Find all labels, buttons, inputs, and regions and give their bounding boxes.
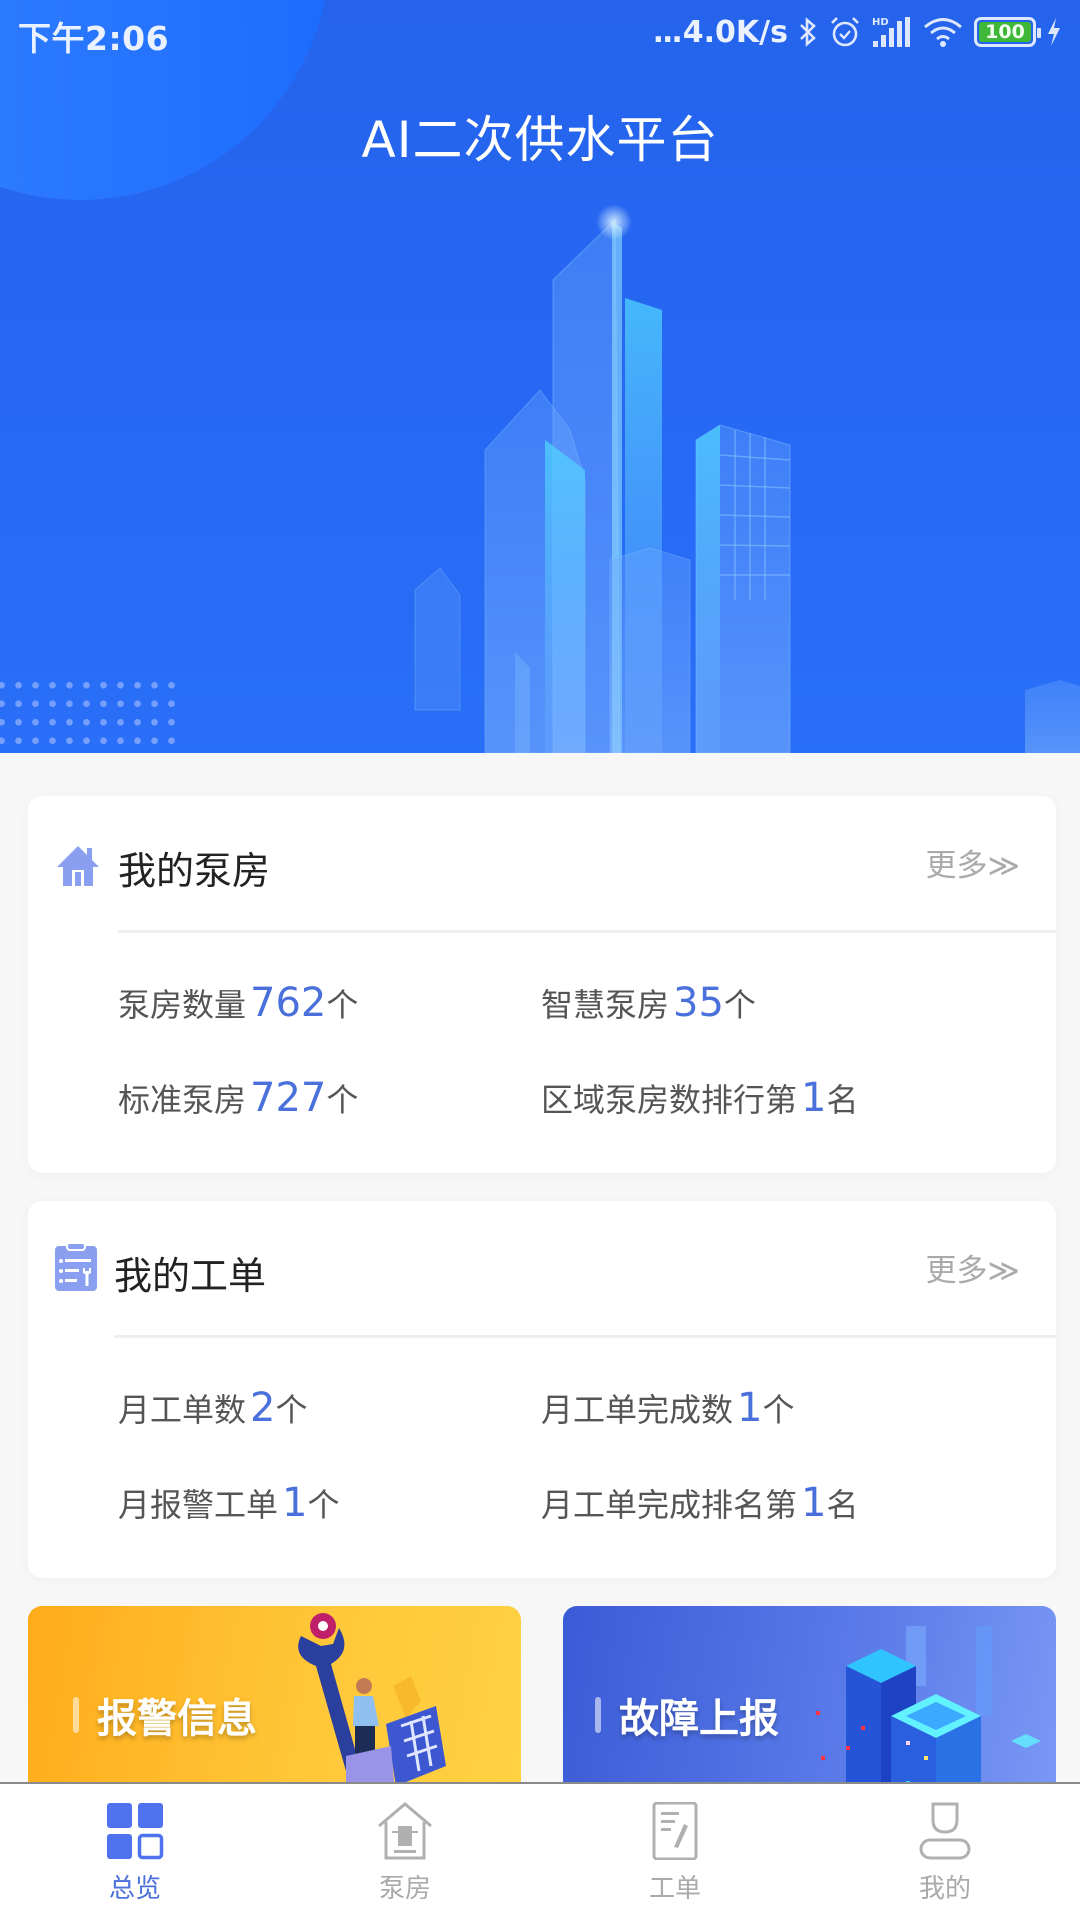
alarm-info-button[interactable]: 报警信息 <box>28 1606 521 1806</box>
wifi-icon <box>922 15 964 49</box>
grid-icon <box>107 1803 164 1860</box>
network-speed: ...4.0K/s <box>652 14 788 50</box>
card-title: 我的泵房 <box>118 849 271 893</box>
more-link[interactable]: 更多≫ <box>926 1245 1020 1290</box>
stat-region-ranking: 区域泵房数排行第 1名 <box>541 1075 859 1121</box>
promo-label: 报警信息 <box>73 1686 257 1744</box>
work-order-icon <box>652 1802 698 1860</box>
battery-indicator: 100 <box>974 17 1041 47</box>
stat-pump-room-count: 泵房数量 762个 <box>118 980 359 1026</box>
cellular-signal-icon: HD <box>872 15 912 49</box>
my-work-order-card: 我的工单 更多≫ 月工单数 2个 月工单完成数 1个 月报警工单 1个 月工单完成排名… <box>28 1201 1056 1578</box>
stat-smart-pump-room: 智慧泵房 35个 <box>541 980 756 1026</box>
alarm-icon <box>828 15 862 49</box>
stat-monthly-completed: 月工单完成数 1个 <box>541 1385 795 1431</box>
card-header: 我的工单 更多≫ <box>28 1201 1056 1336</box>
status-time: 下午2:06 <box>18 19 170 58</box>
stat-completion-ranking: 月工单完成排名第 1名 <box>541 1480 859 1526</box>
nav-label: 我的 <box>918 1874 971 1904</box>
my-pump-room-card: 我的泵房 更多≫ 泵房数量 762个 智慧泵房 35个 标准泵房 727个 区域泵房数… <box>28 796 1056 1173</box>
card-header: 我的泵房 更多≫ <box>28 796 1056 931</box>
pump-house-icon <box>378 1802 432 1860</box>
card-title: 我的工单 <box>114 1254 267 1298</box>
stat-standard-pump-room: 标准泵房 727个 <box>118 1075 359 1121</box>
more-link[interactable]: 更多≫ <box>926 840 1020 885</box>
nav-tab-overview[interactable]: 总览 <box>0 1784 270 1920</box>
nav-tab-work-order[interactable]: 工单 <box>540 1784 810 1920</box>
nav-label: 泵房 <box>378 1874 431 1904</box>
fault-report-button[interactable]: 故障上报 <box>563 1606 1056 1806</box>
status-bar: 下午2:06 ...4.0K/s HD 100 <box>0 0 1080 66</box>
divider <box>114 1335 1056 1338</box>
nav-tab-mine[interactable]: 我的 <box>810 1784 1080 1920</box>
bluetooth-icon <box>798 16 818 48</box>
bottom-navigation: 总览 泵房 工单 我的 <box>0 1782 1080 1920</box>
svg-text:HD: HD <box>872 17 889 28</box>
decorative-dot-grid <box>0 676 175 753</box>
divider <box>118 930 1056 933</box>
clipboard-wrench-icon <box>55 1242 97 1291</box>
status-icons: ...4.0K/s HD 100 <box>653 12 1062 52</box>
nav-label: 总览 <box>108 1874 161 1904</box>
isometric-building-illustration <box>816 1626 1041 1806</box>
charging-icon <box>1046 17 1062 47</box>
app-title: AI二次供水平台 <box>361 111 719 169</box>
stat-monthly-orders: 月工单数 2个 <box>118 1385 308 1431</box>
maintenance-illustration <box>298 1613 446 1806</box>
nav-label: 工单 <box>648 1874 701 1904</box>
nav-tab-pump-room[interactable]: 泵房 <box>270 1784 540 1920</box>
house-icon <box>57 846 99 886</box>
stat-monthly-alarm-orders: 月报警工单 1个 <box>118 1480 340 1526</box>
user-icon <box>919 1802 971 1860</box>
